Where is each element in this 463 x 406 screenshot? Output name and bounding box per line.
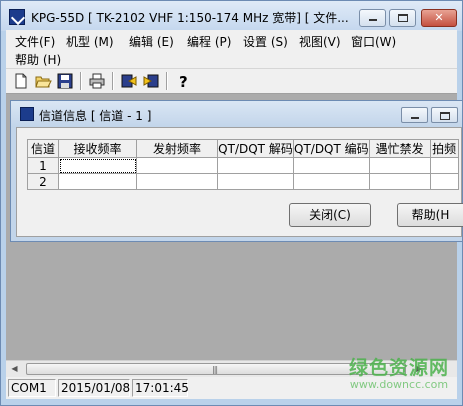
print-icon[interactable] [88, 72, 106, 90]
menu-help[interactable]: 帮助 (H) [15, 51, 61, 68]
close-dialog-button[interactable]: 关闭(C) [289, 203, 371, 227]
menu-program[interactable]: 编程 (P) [187, 33, 231, 50]
menu-window[interactable]: 窗口(W) [351, 33, 396, 50]
channel-info-window: 信道信息 [ 信道 - 1 ] 信道 接收频率 发射频率 QT/DQT 解码 Q… [10, 100, 463, 242]
status-time: 17:01:45 [132, 379, 189, 397]
grid-cell[interactable] [136, 157, 218, 174]
app-logo-icon [9, 9, 25, 25]
menu-view[interactable]: 视图(V) [299, 33, 341, 50]
child-window-icon [20, 107, 34, 121]
toolbar-separator [112, 72, 114, 90]
table-row: 2 [27, 173, 459, 190]
column-header[interactable]: 发射频率 [136, 139, 218, 158]
grid-cell[interactable] [58, 173, 137, 190]
toolbar: ? [6, 68, 457, 94]
watermark-url: www.downcc.com [349, 378, 449, 391]
new-file-icon[interactable] [12, 72, 30, 90]
help-dialog-button[interactable]: 帮助(H [397, 203, 463, 227]
column-header[interactable]: 接收频率 [58, 139, 137, 158]
toolbar-separator [166, 72, 168, 90]
table-row: 1 [27, 157, 459, 174]
write-radio-icon[interactable] [142, 72, 160, 90]
read-radio-icon[interactable] [120, 72, 138, 90]
title-bar[interactable]: KPG-55D [ TK-2102 VHF 1:150-174 MHz 宽带] … [1, 1, 462, 31]
column-header[interactable]: QT/DQT 编码 [293, 139, 370, 158]
column-header[interactable]: QT/DQT 解码 [217, 139, 294, 158]
maximize-icon [398, 14, 408, 22]
child-maximize-button[interactable] [431, 107, 458, 123]
channel-grid: 信道 接收频率 发射频率 QT/DQT 解码 QT/DQT 编码 遇忙禁发 拍频… [27, 139, 459, 190]
column-header[interactable]: 拍频 [429, 139, 459, 158]
grid-cell[interactable] [217, 173, 294, 190]
child-title-bar[interactable]: 信道信息 [ 信道 - 1 ] [11, 101, 462, 127]
grid-cell[interactable] [136, 173, 218, 190]
scroll-left-icon[interactable]: ◀ [6, 361, 23, 378]
menu-model[interactable]: 机型 (M) [66, 33, 114, 50]
row-header[interactable]: 1 [27, 157, 59, 174]
grid-cell[interactable] [293, 173, 370, 190]
window-title: KPG-55D [ TK-2102 VHF 1:150-174 MHz 宽带] … [31, 11, 349, 25]
child-body: 信道 接收频率 发射频率 QT/DQT 解码 QT/DQT 编码 遇忙禁发 拍频… [16, 127, 463, 237]
grid-cell[interactable] [368, 157, 431, 174]
minimize-icon [369, 19, 377, 21]
column-header[interactable]: 遇忙禁发 [368, 139, 431, 158]
grid-cell[interactable] [217, 157, 294, 174]
menu-edit[interactable]: 编辑 (E) [129, 33, 174, 50]
close-icon: ✕ [434, 11, 444, 24]
minimize-icon [411, 117, 419, 119]
child-window-title: 信道信息 [ 信道 - 1 ] [39, 109, 152, 123]
grid-cell[interactable] [429, 157, 459, 174]
menu-file[interactable]: 文件(F) [15, 33, 55, 50]
minimize-button[interactable] [359, 9, 386, 27]
menu-settings[interactable]: 设置 (S) [243, 33, 288, 50]
grid-cell[interactable] [293, 157, 370, 174]
column-header[interactable]: 信道 [27, 139, 59, 158]
grid-cell[interactable] [368, 173, 431, 190]
grip-icon: ||| [212, 365, 218, 374]
svg-text:?: ? [179, 73, 188, 90]
watermark: 绿色资源网 www.downcc.com [349, 353, 449, 391]
status-port: COM1 [8, 379, 56, 397]
grid-cell[interactable] [429, 173, 459, 190]
toolbar-separator [80, 72, 82, 90]
maximize-button[interactable] [389, 9, 416, 27]
menu-bar: 文件(F) 机型 (M) 编辑 (E) 编程 (P) 设置 (S) 视图(V) … [6, 30, 457, 68]
grid-header-row: 信道 接收频率 发射频率 QT/DQT 解码 QT/DQT 编码 遇忙禁发 拍频 [27, 139, 459, 158]
open-folder-icon[interactable] [34, 72, 52, 90]
watermark-title: 绿色资源网 [348, 357, 449, 379]
status-date: 2015/01/08 [58, 379, 130, 397]
child-minimize-button[interactable] [401, 107, 428, 123]
save-disk-icon[interactable] [56, 72, 74, 90]
help-question-icon[interactable]: ? [174, 72, 192, 90]
grid-cell[interactable] [58, 157, 137, 174]
maximize-icon [440, 112, 450, 120]
row-header[interactable]: 2 [27, 173, 59, 190]
close-button[interactable]: ✕ [421, 9, 457, 27]
